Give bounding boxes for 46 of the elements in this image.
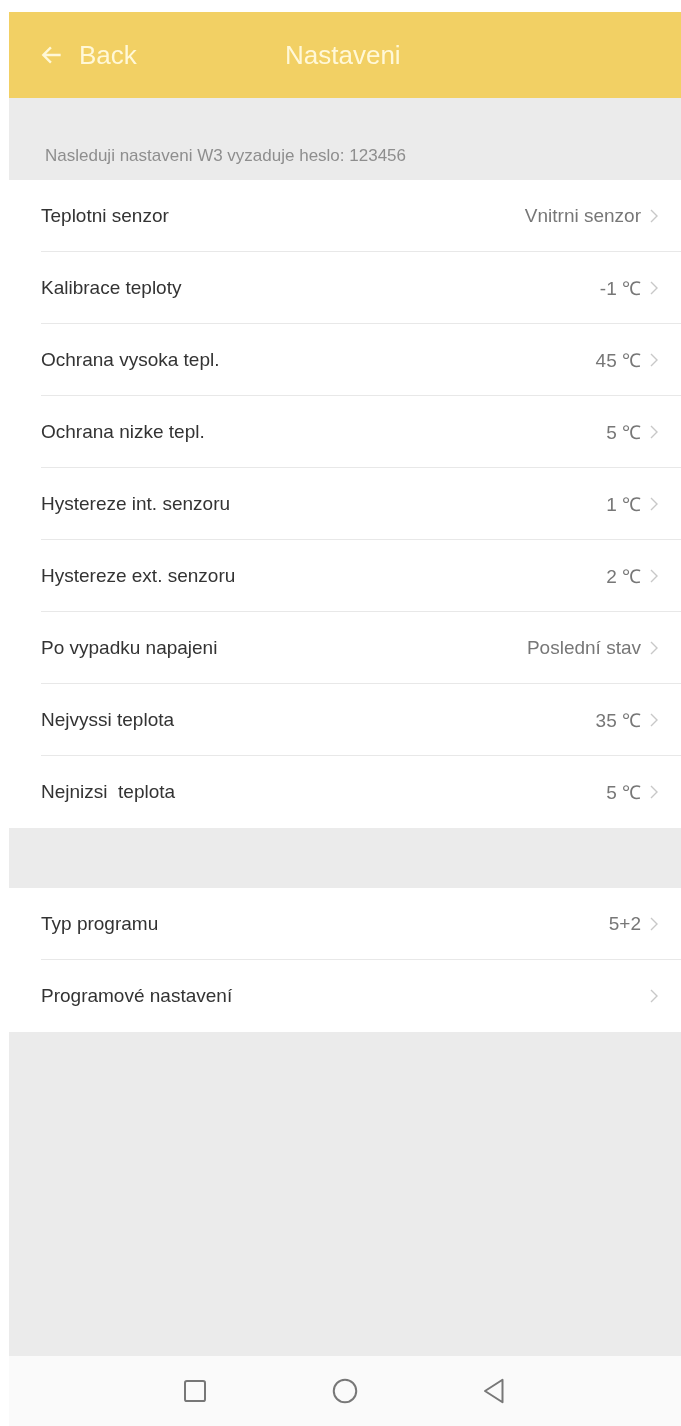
setting-label: Programové nastavení	[41, 985, 234, 1007]
setting-value: 5 ℃	[606, 781, 641, 805]
settings-row[interactable]: Ochrana vysoka tepl. 45 ℃	[41, 324, 681, 396]
setting-label: Hystereze int. senzoru	[41, 492, 232, 515]
chevron-icon	[649, 915, 659, 932]
chevron-icon	[649, 784, 659, 800]
settings-row[interactable]: Po vypadku napajeni Poslední stav	[41, 612, 681, 684]
chevron-icon	[649, 639, 659, 656]
page-title: Nastaveni	[285, 39, 401, 71]
setting-value: -1 ℃	[599, 276, 641, 301]
settings-row[interactable]: Nejnizsi teplota 5 ℃	[41, 756, 681, 828]
setting-label: Nejvyssi teplota	[41, 708, 176, 731]
setting-value: 35 ℃	[595, 708, 641, 733]
setting-label: Ochrana nizke tepl.	[41, 420, 206, 443]
setting-label: Nejnizsi teplota	[41, 781, 177, 803]
settings-row[interactable]: Kalibrace teploty -1 ℃	[41, 252, 681, 324]
settings-row[interactable]: Ochrana nizke tepl. 5 ℃	[41, 396, 681, 468]
settings-row[interactable]: Teplotni senzor Vnitrni senzor	[41, 180, 681, 252]
chevron-icon	[649, 567, 659, 584]
setting-value: Vnitrni senzor	[524, 204, 641, 227]
setting-label: Po vypadku napajeni	[41, 636, 219, 659]
home-icon[interactable]	[330, 1376, 360, 1406]
setting-label: Hystereze ext. senzoru	[41, 564, 237, 587]
setting-value: 1 ℃	[606, 492, 641, 517]
settings-row[interactable]: Typ programu 5+2	[41, 888, 681, 960]
settings-row[interactable]: Hystereze int. senzoru 1 ℃	[41, 468, 681, 540]
password-note: Nasleduji nastaveni W3 vyzaduje heslo: 123456	[45, 146, 406, 166]
chevron-icon	[649, 423, 659, 440]
setting-label: Kalibrace teploty	[41, 276, 183, 299]
settings-row[interactable]: Hystereze ext. senzoru 2 ℃	[41, 540, 681, 612]
chevron-icon	[649, 279, 659, 296]
chevron-icon	[649, 207, 659, 224]
chevron-icon	[649, 495, 659, 512]
chevron-icon	[649, 351, 659, 368]
setting-value: 2 ℃	[606, 564, 641, 589]
setting-label: Typ programu	[41, 912, 160, 935]
chevron-icon	[649, 711, 659, 728]
setting-value: 5+2	[608, 912, 641, 935]
setting-label: Teplotni senzor	[41, 204, 170, 227]
chevron-icon	[649, 988, 659, 1004]
settings-row[interactable]: Programové nastavení	[41, 960, 681, 1032]
setting-value: Poslední stav	[526, 636, 641, 659]
setting-value: 45 ℃	[595, 348, 641, 373]
setting-label: Ochrana vysoka tepl.	[41, 348, 221, 371]
setting-value: 5 ℃	[606, 420, 641, 445]
settings-row[interactable]: Nejvyssi teplota 35 ℃	[41, 684, 681, 756]
